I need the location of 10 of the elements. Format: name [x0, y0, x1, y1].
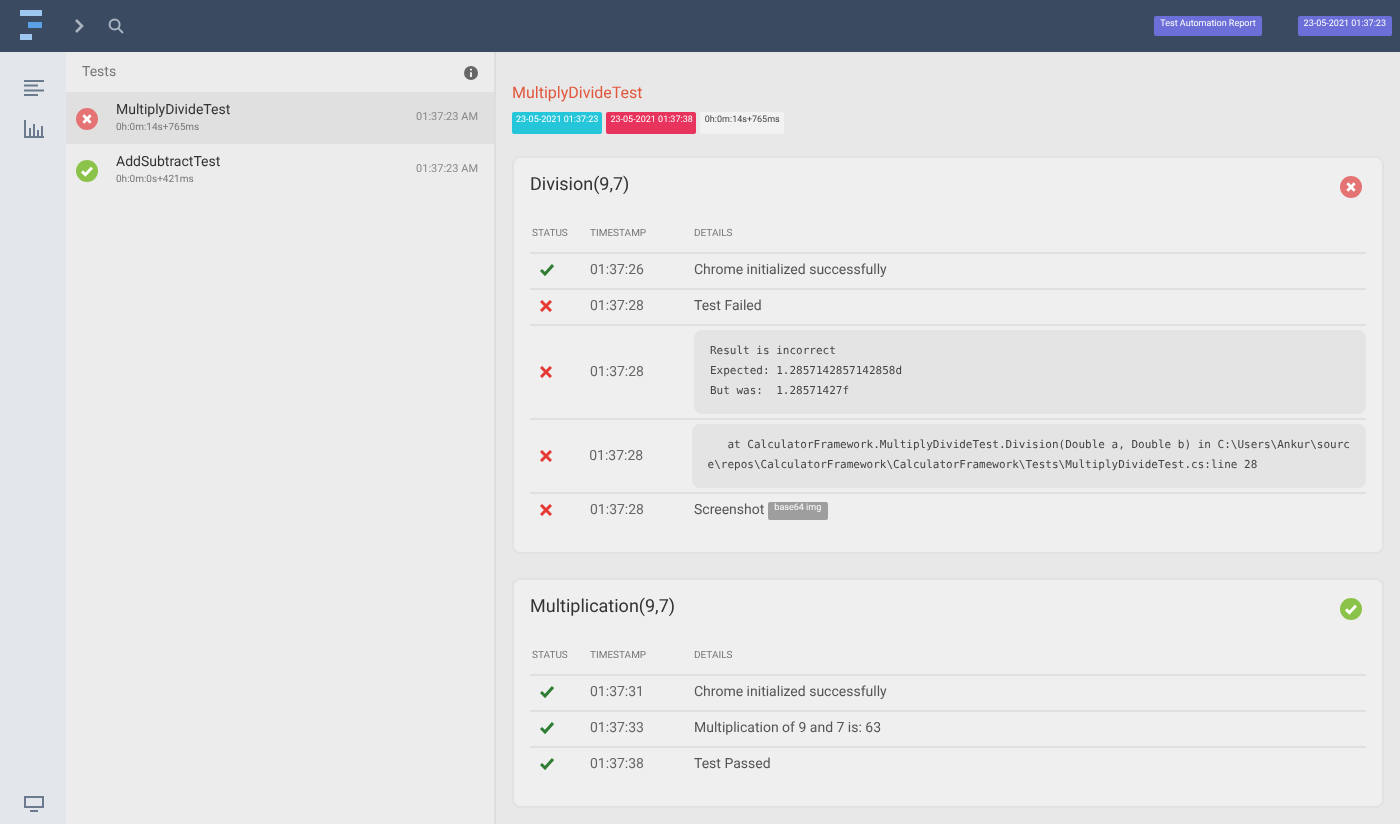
step-title: Division(9,7) [530, 173, 630, 200]
info-icon[interactable] [464, 65, 478, 79]
logo-icon [20, 10, 42, 42]
step-title: Multiplication(9,7) [530, 595, 676, 622]
monitor-icon[interactable] [23, 796, 43, 812]
search-icon[interactable] [108, 18, 124, 34]
list-icon[interactable] [23, 80, 43, 96]
bar-chart-icon[interactable] [23, 120, 43, 138]
chevron-right-icon[interactable] [74, 18, 84, 34]
test-title: MultiplyDivideTest [512, 82, 645, 106]
